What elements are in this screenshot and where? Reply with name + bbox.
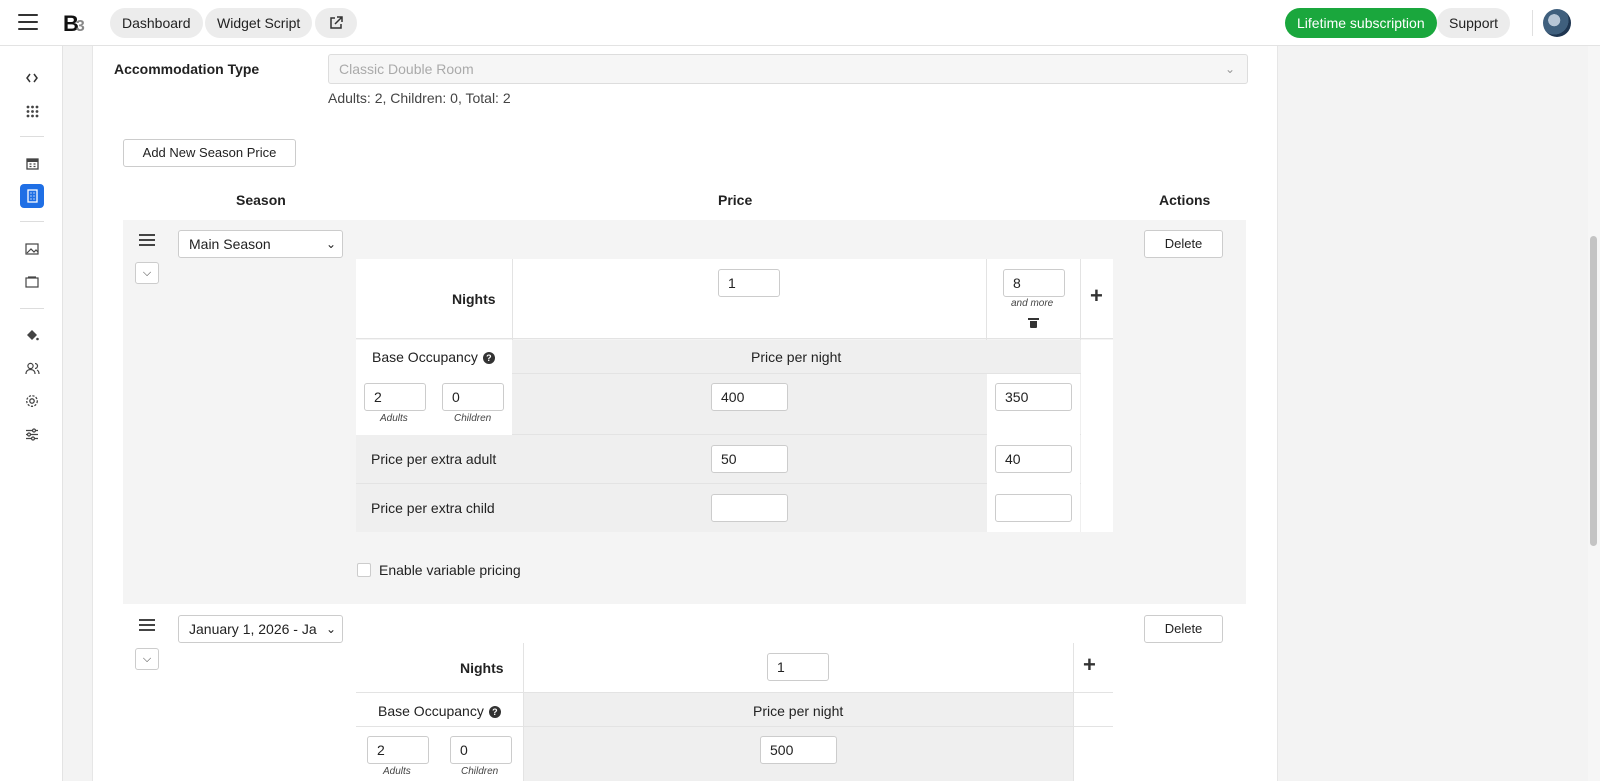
logo[interactable]: B3 bbox=[63, 11, 85, 37]
extra-child-price-input[interactable] bbox=[995, 494, 1072, 522]
price-per-night-label: Price per night bbox=[751, 349, 842, 365]
top-bar: B3 Dashboard Widget Script Lifetime subs… bbox=[0, 0, 1600, 46]
empty-cell bbox=[1081, 484, 1113, 532]
base-price-input[interactable]: 400 bbox=[711, 383, 788, 411]
divider bbox=[1532, 10, 1533, 36]
nights-input[interactable]: 1 bbox=[767, 653, 829, 681]
drag-handle-icon[interactable] bbox=[139, 619, 155, 631]
children-input[interactable]: 0 bbox=[442, 383, 504, 411]
base-price-input[interactable]: 500 bbox=[760, 736, 837, 764]
image-icon[interactable] bbox=[20, 237, 44, 261]
nights-input[interactable]: 1 bbox=[718, 269, 780, 297]
dashboard-button[interactable]: Dashboard bbox=[110, 8, 203, 38]
help-icon[interactable]: ? bbox=[482, 352, 495, 365]
window-icon[interactable] bbox=[20, 270, 44, 294]
scrollbar-thumb[interactable] bbox=[1590, 236, 1597, 546]
adults-caption: Adults bbox=[383, 766, 411, 777]
actions-column-header: Actions bbox=[1159, 192, 1211, 208]
help-icon[interactable]: ? bbox=[488, 706, 501, 719]
chevron-down-icon: ⌄ bbox=[1224, 62, 1235, 76]
delete-season-button[interactable]: Delete bbox=[1144, 615, 1223, 643]
empty-cell bbox=[1081, 435, 1113, 484]
extra-child-label: Price per extra child bbox=[371, 500, 495, 516]
grid-icon[interactable] bbox=[20, 99, 44, 123]
empty-cell bbox=[1081, 340, 1113, 374]
support-button[interactable]: Support bbox=[1437, 8, 1511, 38]
delete-season-button[interactable]: Delete bbox=[1144, 230, 1223, 258]
occupancy-info: Adults: 2, Children: 0, Total: 2 bbox=[328, 90, 511, 106]
nights-input[interactable]: 8 bbox=[1003, 269, 1065, 297]
collapse-button[interactable]: ⌵ bbox=[135, 262, 159, 284]
extra-adult-label: Price per extra adult bbox=[371, 451, 497, 467]
gear-icon[interactable] bbox=[20, 389, 44, 413]
extra-adult-price-input[interactable]: 50 bbox=[711, 445, 788, 473]
users-icon[interactable] bbox=[20, 356, 44, 380]
empty-cell bbox=[1081, 374, 1113, 435]
base-price-input[interactable]: 350 bbox=[995, 383, 1072, 411]
price-column-header: Price bbox=[718, 192, 753, 208]
sidebar bbox=[0, 46, 63, 781]
and-more-caption: and more bbox=[1011, 298, 1054, 309]
adults-caption: Adults bbox=[380, 413, 408, 424]
chevron-down-icon: ⌵ bbox=[142, 267, 152, 279]
chevron-down-icon: ⌄ bbox=[321, 231, 336, 257]
season-select[interactable]: Main Season ⌄ bbox=[178, 230, 343, 258]
paint-bucket-icon[interactable] bbox=[20, 323, 44, 347]
children-caption: Children bbox=[461, 766, 499, 777]
divider bbox=[356, 726, 1113, 727]
nights-label: Nights bbox=[452, 291, 496, 307]
lifetime-subscription-button[interactable]: Lifetime subscription bbox=[1285, 8, 1437, 38]
extra-adult-price-input[interactable]: 40 bbox=[995, 445, 1072, 473]
divider bbox=[20, 308, 44, 309]
widget-script-button[interactable]: Widget Script bbox=[205, 8, 313, 38]
children-input[interactable]: 0 bbox=[450, 736, 512, 764]
avatar[interactable] bbox=[1543, 9, 1571, 37]
collapse-button[interactable]: ⌵ bbox=[135, 648, 159, 670]
add-season-price-button[interactable]: Add New Season Price bbox=[123, 139, 296, 167]
nights-label: Nights bbox=[460, 660, 504, 676]
external-link-icon bbox=[330, 16, 343, 29]
calendar-icon[interactable] bbox=[20, 151, 44, 175]
divider bbox=[20, 136, 44, 137]
divider bbox=[1073, 643, 1074, 781]
extra-child-price-input[interactable] bbox=[711, 494, 788, 522]
adults-input[interactable]: 2 bbox=[364, 383, 426, 411]
accommodation-type-value: Classic Double Room bbox=[339, 61, 474, 77]
accommodation-type-label: Accommodation Type bbox=[114, 61, 260, 77]
base-occupancy-text: Base Occupancy bbox=[378, 703, 484, 719]
scrollbar[interactable] bbox=[1588, 46, 1600, 781]
adults-input[interactable]: 2 bbox=[367, 736, 429, 764]
add-nights-button[interactable]: + bbox=[1090, 283, 1103, 309]
variable-pricing-checkbox[interactable] bbox=[357, 563, 371, 577]
variable-pricing-label: Enable variable pricing bbox=[379, 562, 521, 578]
accommodation-type-select[interactable]: Classic Double Room ⌄ bbox=[328, 54, 1248, 84]
base-occupancy-label: Base Occupancy? bbox=[372, 349, 495, 365]
season-select-value: January 1, 2026 - Ja bbox=[189, 621, 317, 637]
season-select[interactable]: January 1, 2026 - Ja ⌄ bbox=[178, 615, 343, 643]
drag-handle-icon[interactable] bbox=[139, 234, 155, 246]
add-nights-button[interactable]: + bbox=[1083, 652, 1096, 678]
base-occupancy-text: Base Occupancy bbox=[372, 349, 478, 365]
chevron-down-icon: ⌄ bbox=[321, 616, 336, 642]
children-caption: Children bbox=[454, 413, 492, 424]
chevron-down-icon: ⌵ bbox=[142, 653, 152, 665]
season-column-header: Season bbox=[236, 192, 286, 208]
building-icon[interactable] bbox=[20, 184, 44, 208]
code-icon[interactable] bbox=[20, 66, 44, 90]
trash-icon[interactable] bbox=[1028, 318, 1039, 328]
base-occupancy-label: Base Occupancy? bbox=[378, 703, 501, 719]
divider bbox=[20, 221, 44, 222]
external-link-button[interactable] bbox=[315, 8, 357, 38]
menu-icon[interactable] bbox=[18, 14, 38, 30]
season-select-value: Main Season bbox=[189, 236, 271, 252]
sliders-icon[interactable] bbox=[20, 422, 44, 446]
price-per-night-label: Price per night bbox=[753, 703, 844, 719]
